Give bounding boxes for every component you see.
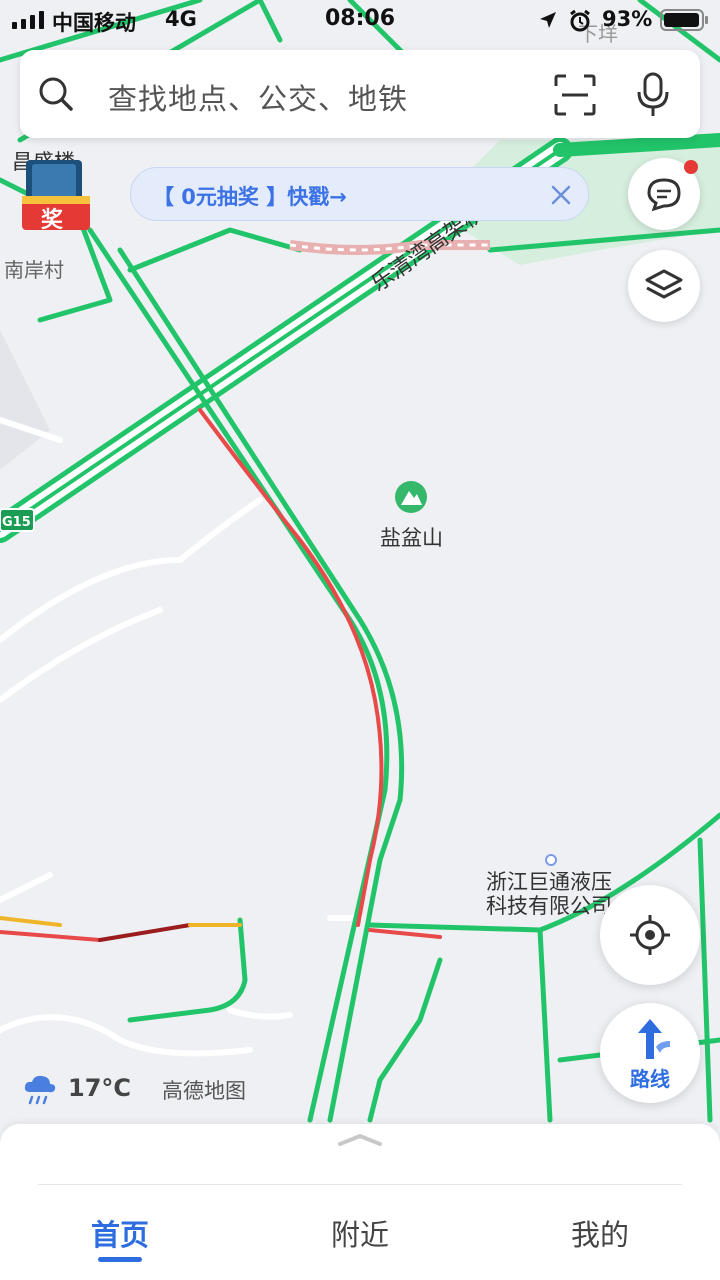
crosshair-icon xyxy=(630,915,670,955)
search-input[interactable]: 查找地点、公交、地铁 xyxy=(108,76,408,118)
battery-icon xyxy=(660,9,708,31)
drag-handle-icon[interactable] xyxy=(336,1132,384,1148)
weather-widget[interactable]: 17°C 高德地图 xyxy=(22,1070,282,1110)
layers-icon xyxy=(645,269,683,299)
tab-mine[interactable]: 我的 xyxy=(520,1212,680,1254)
promo-text[interactable]: 【 0元抽奖 】快戳→ xyxy=(153,181,347,211)
layers-button[interactable] xyxy=(628,250,700,322)
close-icon[interactable] xyxy=(550,184,572,206)
route-arrow-icon xyxy=(638,1019,670,1059)
promo-banner[interactable]: 【 0元抽奖 】快戳→ xyxy=(130,167,589,221)
search-icon xyxy=(39,77,73,111)
mountain-marker-icon[interactable] xyxy=(395,481,427,513)
map-brand-label: 高德地图 xyxy=(162,1079,246,1103)
locate-me-button[interactable] xyxy=(600,885,700,985)
route-button-label: 路线 xyxy=(630,1067,670,1091)
microphone-icon[interactable] xyxy=(636,72,670,118)
route-button[interactable]: 路线 xyxy=(600,1003,700,1103)
scan-icon[interactable] xyxy=(554,74,596,116)
location-arrow-icon xyxy=(540,12,556,28)
alarm-icon xyxy=(570,9,590,32)
status-bar: 中国移动 4G 08:06 93% xyxy=(0,0,720,40)
active-tab-indicator xyxy=(98,1257,142,1262)
tab-nearby[interactable]: 附近 xyxy=(280,1212,440,1254)
g15-label: G15 xyxy=(2,515,31,530)
sheet-divider xyxy=(38,1184,682,1185)
notification-dot xyxy=(684,160,698,174)
company-marker-icon[interactable] xyxy=(545,854,557,866)
messages-button[interactable] xyxy=(628,158,700,230)
rain-cloud-icon xyxy=(24,1075,56,1105)
battery-percent: 93% xyxy=(602,7,653,31)
weather-temperature: 17°C xyxy=(68,1074,132,1102)
poi-label-company-line2[interactable]: 科技有限公司 xyxy=(486,890,612,920)
tab-home[interactable]: 首页 xyxy=(40,1212,200,1254)
poi-label-mountain[interactable]: 盐盆山 xyxy=(380,522,443,552)
prize-badge[interactable]: 奖 xyxy=(18,156,94,233)
prize-badge-label: 奖 xyxy=(41,208,64,233)
search-bar[interactable]: 查找地点、公交、地铁 xyxy=(20,50,700,138)
chat-bubble-icon xyxy=(647,178,681,212)
place-label-nan-an: 南岸村 xyxy=(4,258,64,282)
